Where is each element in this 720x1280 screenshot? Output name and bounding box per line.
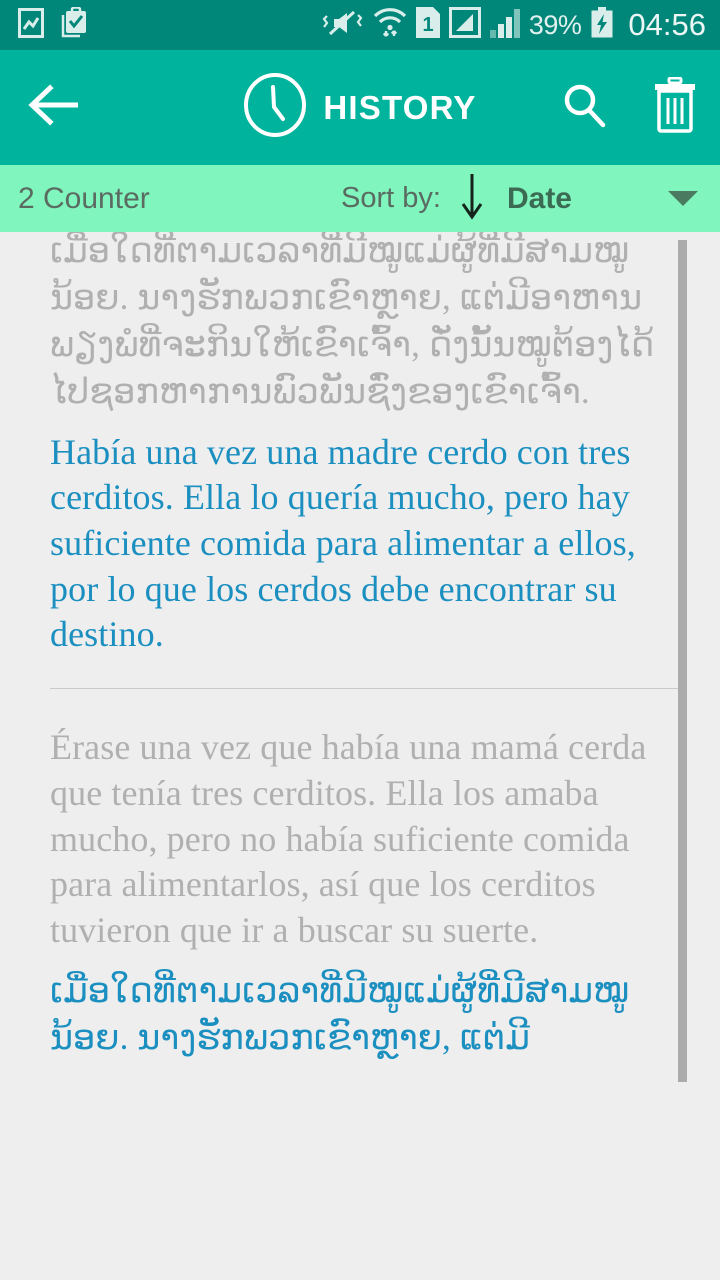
app-bar-actions	[560, 76, 698, 138]
history-entry[interactable]: ເມື່ອໃດທີ່ຕາມເວລາທີ່ມີໝູແມ່ຜູ້ທີ່ມີສາມໝູ…	[50, 232, 686, 658]
sort-control[interactable]: Sort by: Date	[341, 172, 698, 225]
svg-text:1: 1	[422, 14, 433, 36]
back-button[interactable]	[26, 84, 86, 131]
entry-spacer	[50, 954, 686, 968]
signal-bars-2-icon	[489, 7, 520, 43]
sort-by-label: Sort by:	[341, 182, 441, 214]
image-icon	[18, 7, 44, 43]
list-divider	[50, 688, 686, 690]
entry-target-text: ເມື່ອໃດທີ່ຕາມເວລາທີ່ມີໝູແມ່ຜູ້ທີ່ມີສາມໝູ…	[50, 970, 630, 1057]
history-list-inner: ເມື່ອໃດທີ່ຕາມເວລາທີ່ມີໝູແມ່ຜູ້ທີ່ມີສາມໝູ…	[0, 232, 720, 1062]
history-list[interactable]: ເມື່ອໃດທີ່ຕາມເວລາທີ່ມີໝູແມ່ຜູ້ທີ່ມີສາມໝູ…	[0, 232, 720, 1280]
wifi-icon	[373, 7, 407, 43]
sort-bar: 2 Counter Sort by: Date	[0, 165, 720, 232]
status-bar-clock: 04:56	[628, 7, 706, 42]
sim-1-icon: 1	[415, 7, 440, 43]
trash-icon	[652, 76, 698, 137]
sort-value-label: Date	[506, 181, 572, 215]
mute-vibrate-icon	[322, 8, 364, 43]
caret-down-icon[interactable]	[668, 191, 698, 206]
scrollbar-thumb[interactable]	[678, 240, 687, 1082]
search-icon	[560, 84, 608, 133]
history-entry[interactable]: Érase una vez que había una mamá cerda q…	[50, 721, 686, 1061]
page-title: HISTORY	[323, 88, 477, 126]
arrow-back-icon	[26, 84, 82, 131]
counter-label: 2 Counter	[18, 181, 150, 215]
entry-target-text: Había una vez una madre cerdo con tres c…	[50, 431, 636, 655]
entry-spacer	[50, 416, 686, 430]
app-bar: HISTORY	[0, 50, 720, 165]
status-bar-right-icons: 1 39% 04:56	[322, 7, 706, 43]
arrow-down-icon[interactable]	[457, 172, 487, 225]
entry-source-text: ເມື່ອໃດທີ່ຕາມເວລາທີ່ມີໝູແມ່ຜູ້ທີ່ມີສາມໝູ…	[50, 232, 655, 411]
clipboard-check-icon	[58, 6, 88, 43]
battery-percent: 39%	[528, 9, 582, 40]
search-button[interactable]	[560, 81, 608, 134]
clock-icon	[243, 73, 307, 142]
entry-source-text: Érase una vez que había una mamá cerda q…	[50, 727, 647, 951]
status-bar: 1 39% 04:56	[0, 0, 720, 50]
battery-charging-icon	[590, 7, 614, 43]
vertical-scrollbar[interactable]	[678, 232, 687, 1280]
delete-all-button[interactable]	[652, 76, 698, 138]
signal-bars-1-icon	[448, 7, 481, 43]
status-bar-left-icons	[18, 6, 88, 43]
